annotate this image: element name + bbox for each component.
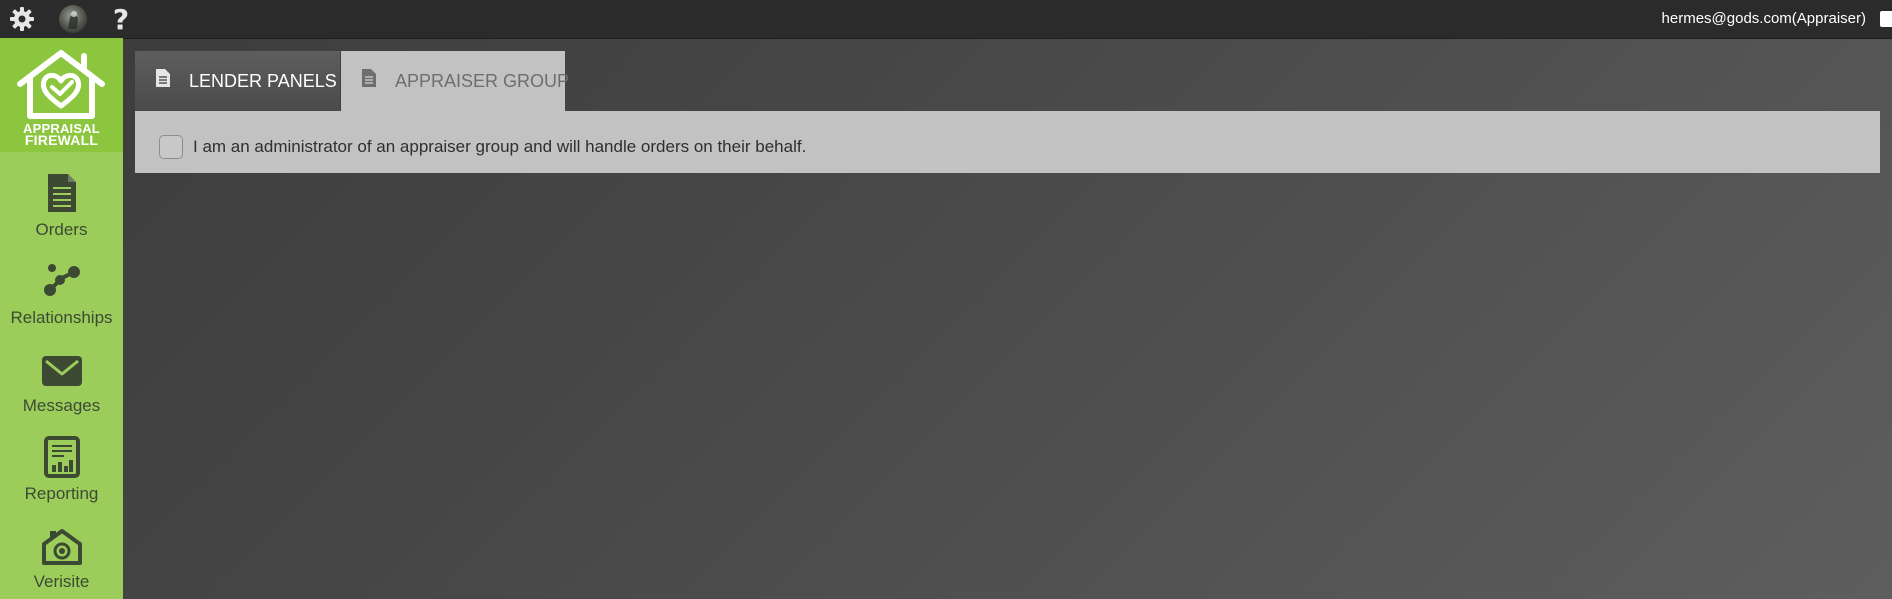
admin-group-checkbox-label[interactable]: I am an administrator of an appraiser gr… (193, 137, 806, 157)
gear-icon[interactable] (7, 4, 37, 34)
tab-label: APPRAISER GROUP (395, 71, 570, 91)
logout-icon[interactable] (1880, 11, 1892, 27)
sidebar-item-label: Verisite (33, 572, 90, 591)
avatar[interactable] (58, 4, 88, 34)
help-icon[interactable]: ? (106, 3, 136, 36)
sidebar-item-label: Relationships (10, 308, 113, 327)
appraiser-group-panel: I am an administrator of an appraiser gr… (135, 111, 1880, 173)
document-icon (47, 174, 76, 212)
sidebar-item-verisite[interactable]: Verisite (0, 524, 123, 599)
document-icon (362, 69, 376, 87)
sidebar-item-reporting[interactable]: Reporting (0, 436, 123, 522)
sidebar-item-relationships[interactable]: Relationships (0, 260, 123, 346)
sidebar-item-messages[interactable]: Messages (0, 348, 123, 434)
sidebar-item-label: Orders (35, 220, 88, 239)
sidebar: APPRAISAL FIREWALL Orders Relationships (0, 38, 123, 599)
sidebar-item-label: Reporting (24, 484, 99, 503)
sidebar-item-label: Messages (22, 396, 101, 415)
admin-group-checkbox[interactable] (159, 135, 183, 159)
document-icon (156, 69, 170, 87)
relationships-icon (43, 264, 80, 296)
sidebar-item-orders[interactable]: Orders (0, 172, 123, 258)
top-bar: ? hermes@gods.com(Appraiser) (0, 0, 1892, 38)
report-icon (43, 436, 80, 478)
tab-lender-panels[interactable]: LENDER PANELS (135, 51, 340, 111)
house-heart-logo-icon (17, 50, 105, 119)
avatar-image (59, 5, 87, 33)
logo-text-line2: FIREWALL (24, 132, 99, 148)
tab-appraiser-group[interactable]: APPRAISER GROUP (341, 51, 569, 111)
envelope-icon (41, 356, 82, 386)
camera-home-icon (41, 529, 82, 565)
user-email[interactable]: hermes@gods.com(Appraiser) (1662, 10, 1866, 27)
tab-label: LENDER PANELS (189, 71, 337, 91)
logo[interactable]: APPRAISAL FIREWALL (0, 38, 123, 152)
